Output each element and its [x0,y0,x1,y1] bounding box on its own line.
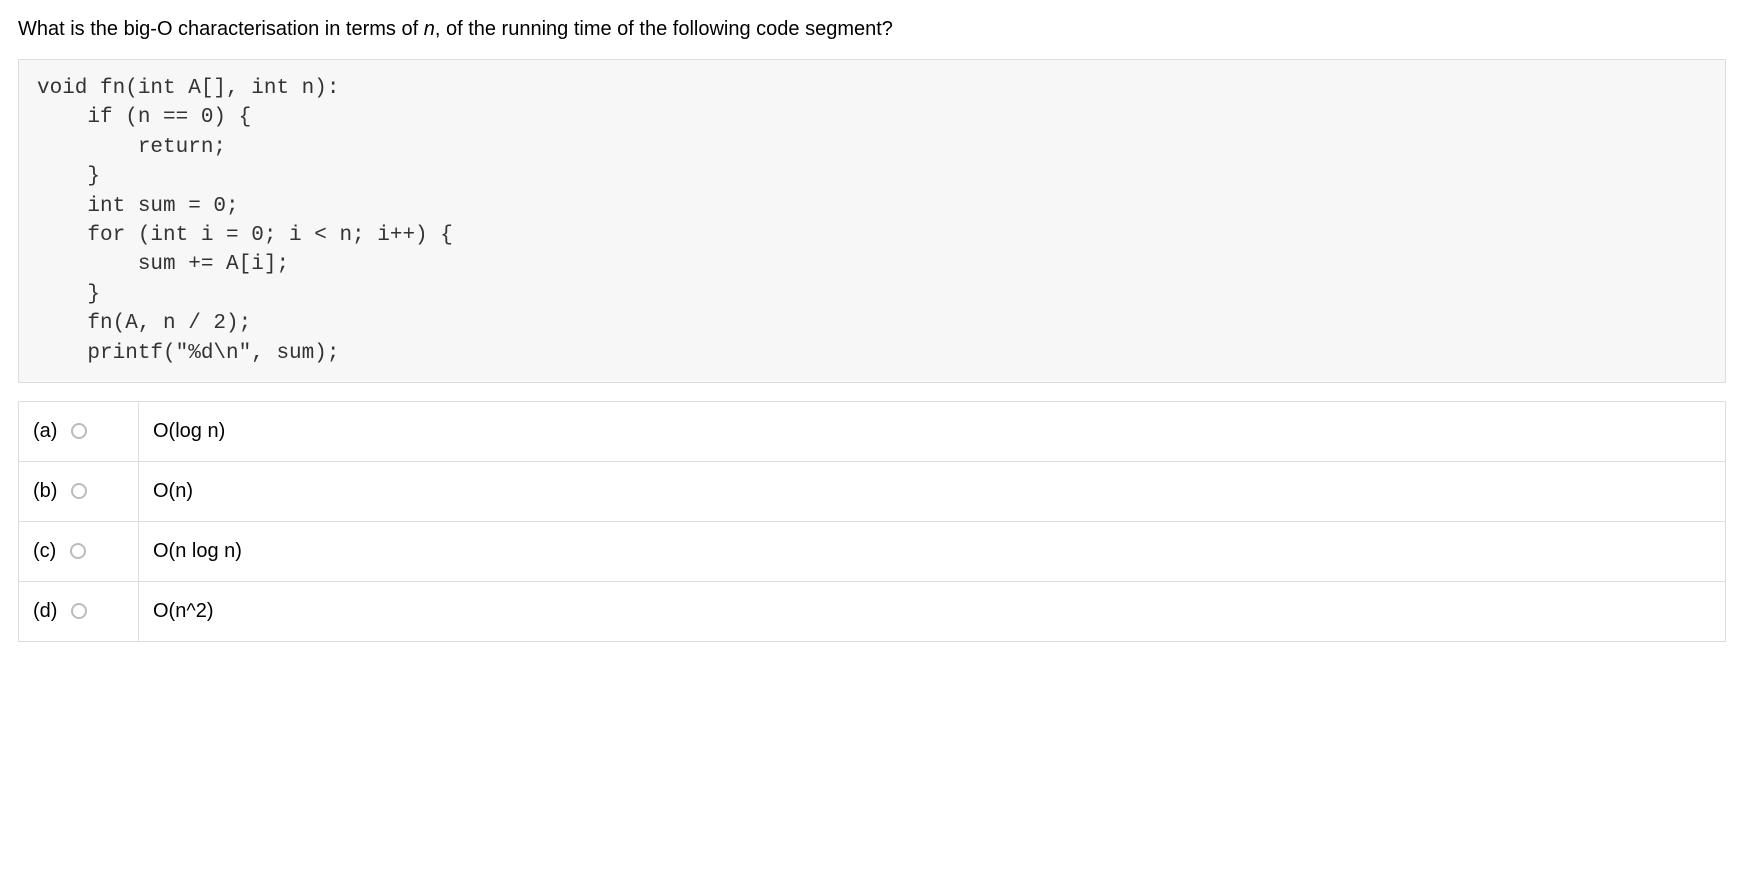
option-text: O(n) [139,461,1726,521]
option-row-c[interactable]: (c) O(n log n) [19,521,1726,581]
option-row-a[interactable]: (a) O(log n) [19,401,1726,461]
question-prefix: What is the big-O characterisation in te… [18,18,424,40]
option-label: (a) [33,420,57,443]
option-label-cell: (d) [19,581,139,641]
radio-icon[interactable] [71,603,87,619]
options-table: (a) O(log n) (b) O(n) (c) O(n log n) (d)… [18,401,1726,642]
radio-icon[interactable] [71,423,87,439]
question-var: n [424,18,435,40]
option-row-b[interactable]: (b) O(n) [19,461,1726,521]
option-text: O(n log n) [139,521,1726,581]
radio-icon[interactable] [71,483,87,499]
option-label-cell: (a) [19,401,139,461]
option-label: (d) [33,600,57,623]
option-row-d[interactable]: (d) O(n^2) [19,581,1726,641]
option-label: (b) [33,480,57,503]
option-label: (c) [33,540,56,563]
question-text: What is the big-O characterisation in te… [18,18,1726,41]
option-text: O(n^2) [139,581,1726,641]
question-suffix: , of the running time of the following c… [435,18,893,40]
option-text: O(log n) [139,401,1726,461]
option-label-cell: (b) [19,461,139,521]
radio-icon[interactable] [70,543,86,559]
option-label-cell: (c) [19,521,139,581]
code-block: void fn(int A[], int n): if (n == 0) { r… [18,59,1726,383]
